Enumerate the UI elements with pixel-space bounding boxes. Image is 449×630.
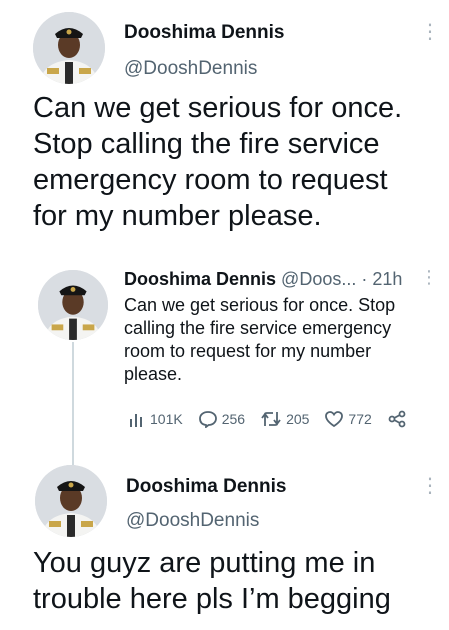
like-icon — [325, 411, 344, 428]
reply-count: 256 — [221, 411, 246, 427]
views-icon — [130, 414, 142, 427]
author-name[interactable]: Dooshima Dennis — [126, 476, 286, 498]
author-handle[interactable]: @DooshDennis — [124, 58, 257, 80]
tweet-text-line: emergency room to request — [33, 164, 388, 196]
more-options-icon[interactable]: ⋮ — [420, 268, 438, 286]
reply-icon — [198, 411, 217, 428]
retweet-icon — [261, 412, 281, 426]
quoted-text: Can we get serious for once. Stop callin… — [124, 294, 434, 386]
tweet-text: You guyz are putting me in trouble here … — [33, 545, 443, 617]
reply-button[interactable]: 256 — [198, 410, 245, 428]
quoted-header: Dooshima Dennis @Doos... · 21h — [124, 268, 402, 290]
tweet-text-line: Stop calling the fire service — [33, 128, 380, 160]
views-count: 101K — [150, 411, 183, 427]
quoted-text-line: Can we get serious for once. Stop — [124, 295, 396, 315]
more-options-icon[interactable]: ⋮ — [420, 476, 440, 496]
tweet-text-line: Can we get serious for once. — [33, 92, 403, 124]
avatar[interactable] — [35, 465, 107, 537]
quoted-text-line: room to request for my number — [124, 341, 372, 361]
share-icon — [388, 410, 406, 428]
tweet-text-line: You guyz are putting me in — [33, 547, 376, 579]
like-button[interactable]: 772 — [324, 410, 372, 428]
author-name[interactable]: Dooshima Dennis — [124, 269, 276, 289]
avatar[interactable] — [38, 270, 108, 340]
tweet-actions: 101K 256 205 772 — [128, 410, 411, 428]
separator-dot: · — [361, 269, 368, 289]
timestamp[interactable]: 21h — [372, 269, 402, 289]
tweet-text: Can we get serious for once. Stop callin… — [33, 90, 443, 234]
tweet-text-line: trouble here pls I’m begging — [33, 583, 391, 615]
quoted-text-line: calling the fire service emergency — [124, 318, 392, 338]
retweet-button[interactable]: 205 — [260, 410, 309, 428]
author-name[interactable]: Dooshima Dennis — [124, 22, 284, 44]
more-options-icon[interactable]: ⋮ — [420, 22, 440, 42]
share-button[interactable] — [387, 410, 411, 428]
avatar[interactable] — [33, 12, 105, 84]
author-handle[interactable]: @Doos... — [281, 269, 356, 289]
views-button[interactable]: 101K — [128, 410, 183, 428]
tweet-text-line: for my number please. — [33, 200, 322, 232]
quoted-text-line: please. — [124, 364, 183, 384]
like-count: 772 — [348, 411, 372, 427]
author-handle[interactable]: @DooshDennis — [126, 510, 259, 532]
retweet-count: 205 — [286, 411, 310, 427]
thread-connector — [72, 342, 74, 467]
